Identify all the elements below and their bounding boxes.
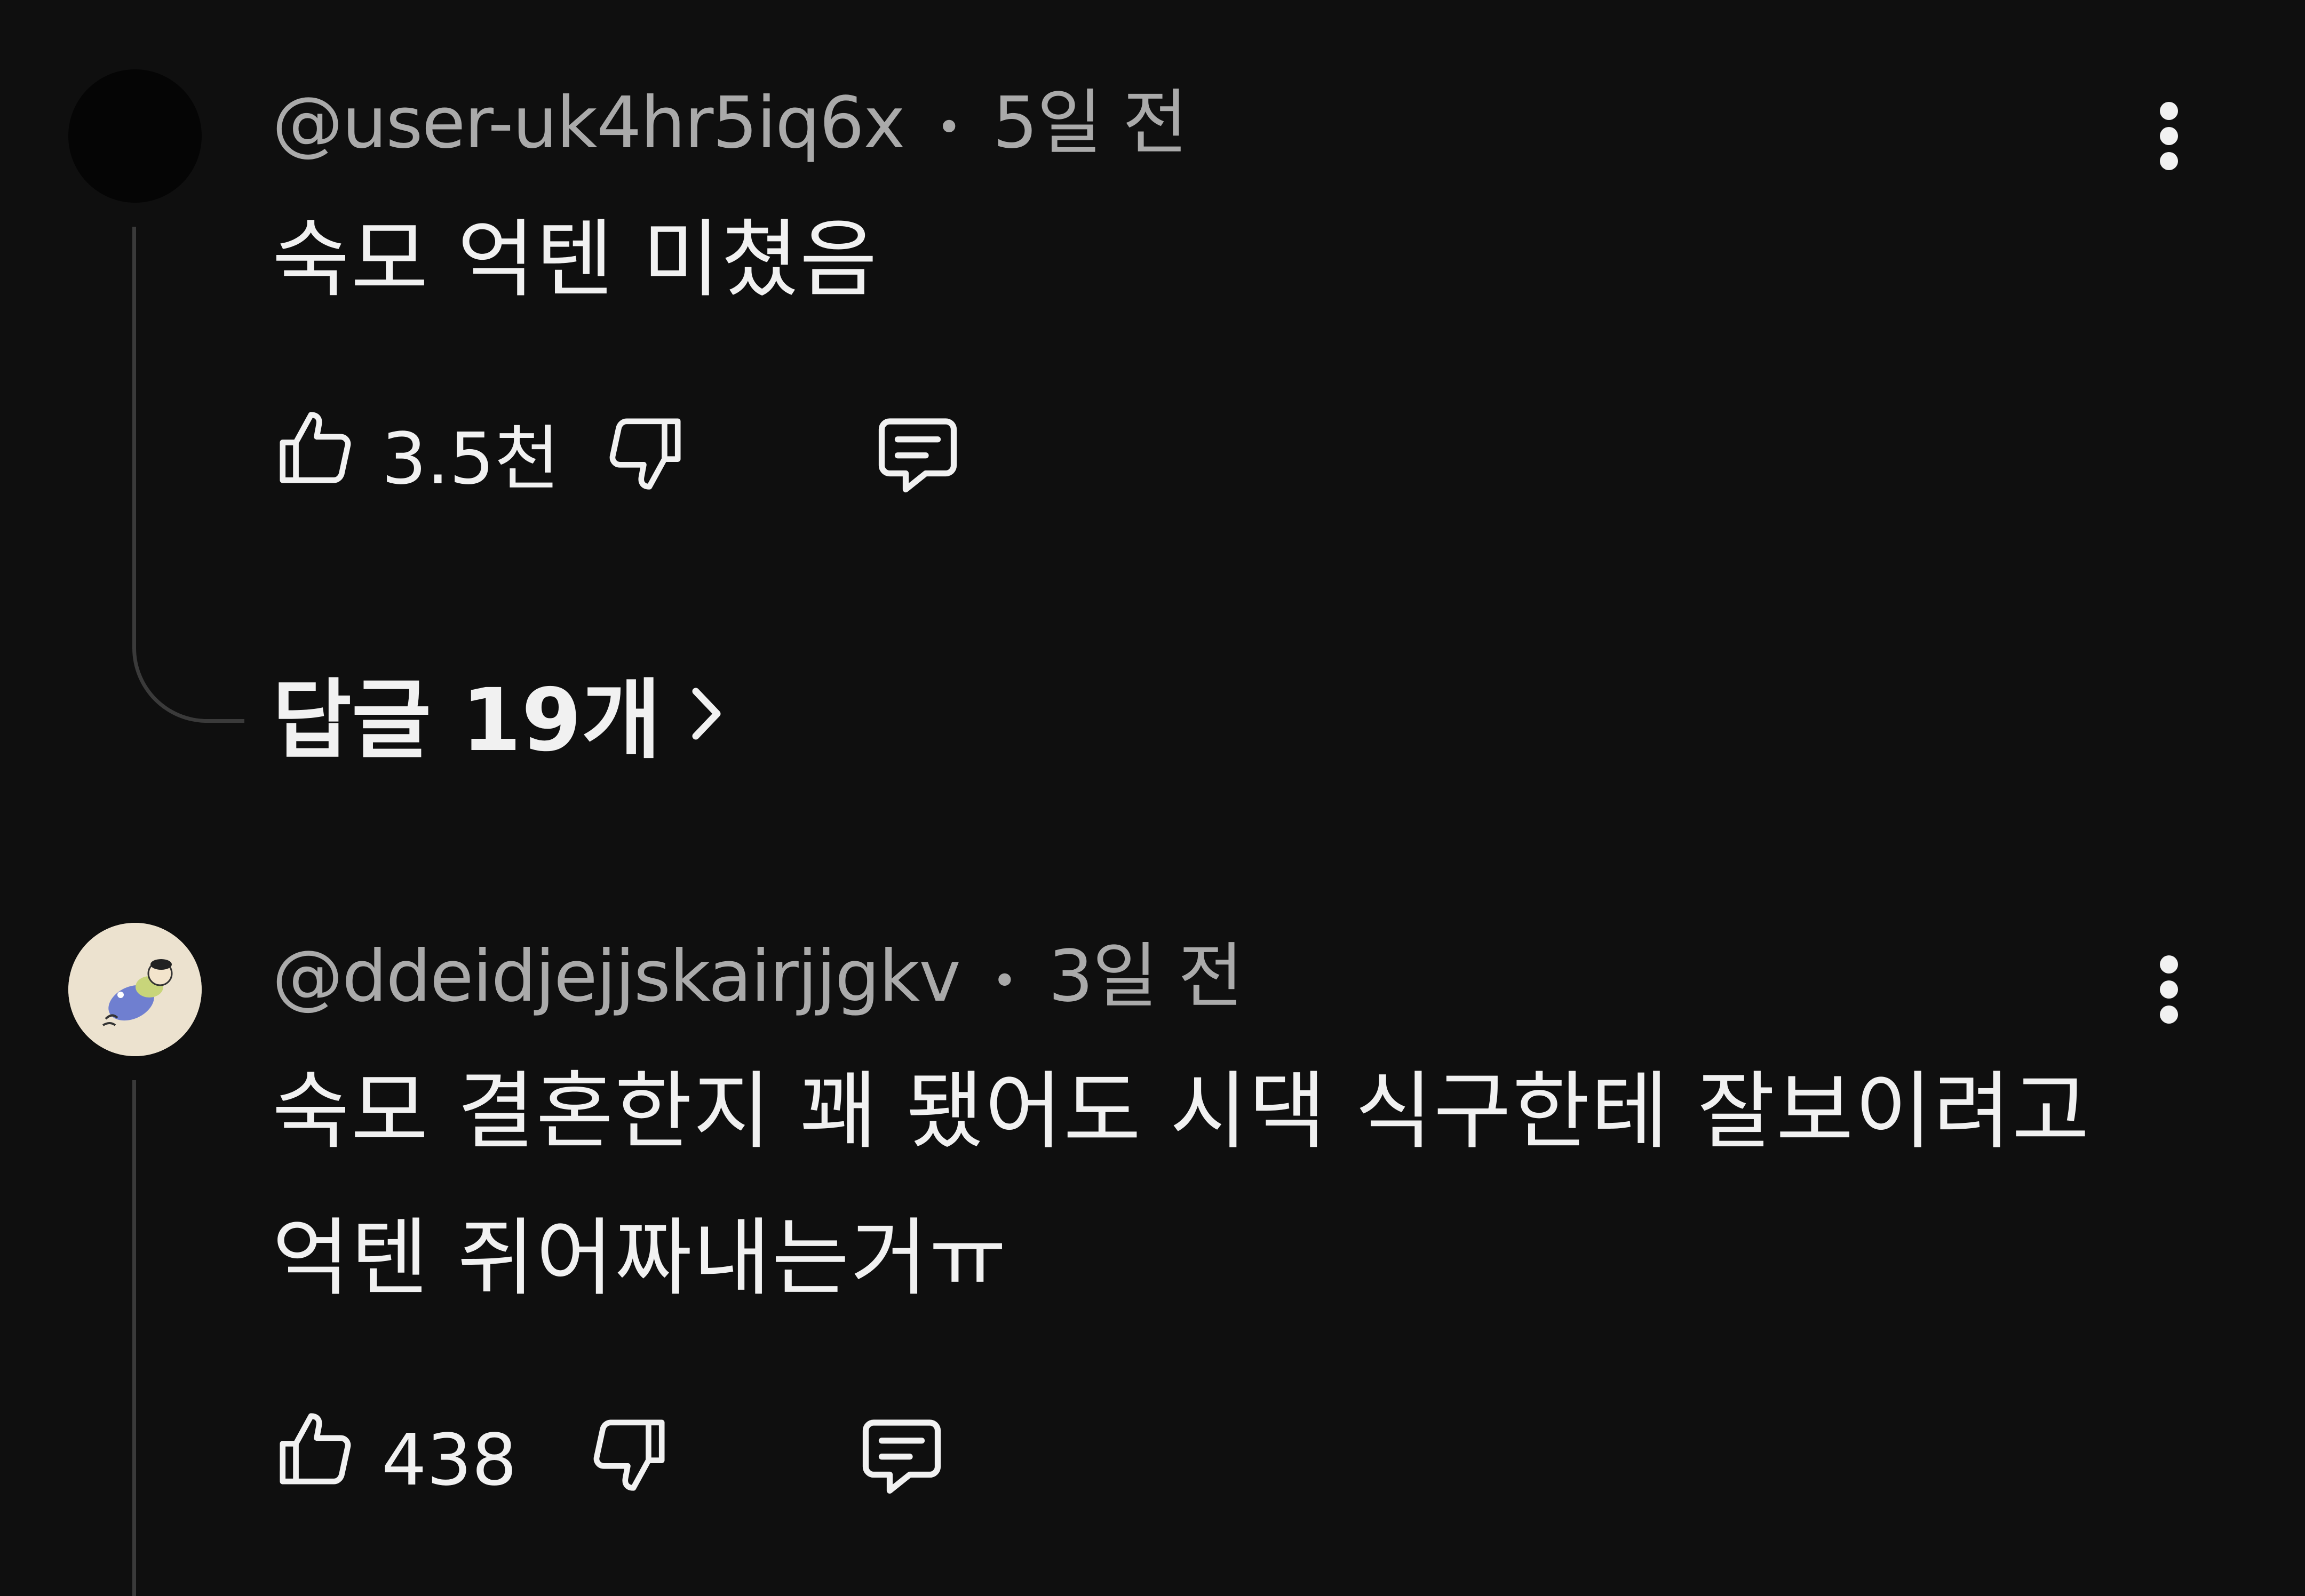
view-replies-button[interactable]: 답글 19개 bbox=[272, 676, 730, 765]
chevron-right-icon bbox=[682, 676, 730, 765]
thumbs-up-icon[interactable] bbox=[269, 1404, 360, 1497]
avatar[interactable] bbox=[68, 69, 202, 203]
more-vertical-icon[interactable] bbox=[2137, 91, 2201, 181]
thumbs-up-icon[interactable] bbox=[269, 403, 360, 496]
comment-time: 3일 전 bbox=[1048, 936, 1244, 1018]
meta-separator: • bbox=[992, 956, 1017, 1006]
comment-text-line: 숙모 억텐 미쳤음 bbox=[272, 211, 878, 309]
thumbs-down-icon[interactable] bbox=[600, 408, 691, 501]
like-count: 438 bbox=[381, 1419, 517, 1502]
comment-meta: @ddeidjejjskairjjgkv • 3일 전 bbox=[272, 941, 1243, 1012]
reply-bubble-icon[interactable] bbox=[870, 405, 966, 504]
comment-time: 5일 전 bbox=[992, 82, 1188, 164]
author-handle[interactable]: @ddeidjejjskairjjgkv bbox=[272, 936, 961, 1018]
comment-meta: @user-uk4hr5iq6x • 5일 전 bbox=[272, 88, 1188, 159]
avatar[interactable] bbox=[68, 923, 202, 1056]
thumbs-down-icon[interactable] bbox=[584, 1409, 675, 1502]
author-handle[interactable]: @user-uk4hr5iq6x bbox=[272, 82, 905, 164]
thread-connector bbox=[132, 613, 244, 723]
comment-text-line: 숙모 결혼한지 꽤 됐어도 시댁 식구한테 잘보이려고 bbox=[272, 1063, 2091, 1161]
comments-screen: @user-uk4hr5iq6x • 5일 전 숙모 억텐 미쳤음 3.5천 답… bbox=[0, 0, 2305, 1596]
thread-line bbox=[132, 227, 136, 616]
replies-label: 답글 19개 bbox=[272, 671, 661, 771]
reply-bubble-icon[interactable] bbox=[854, 1407, 950, 1505]
thread-line bbox=[132, 1080, 136, 1596]
comment-text-line: 억텐 쥐어짜내는거ㅠ bbox=[272, 1209, 1008, 1307]
more-vertical-icon[interactable] bbox=[2137, 944, 2201, 1035]
meta-separator: • bbox=[936, 102, 961, 153]
like-count: 3.5천 bbox=[381, 418, 560, 500]
